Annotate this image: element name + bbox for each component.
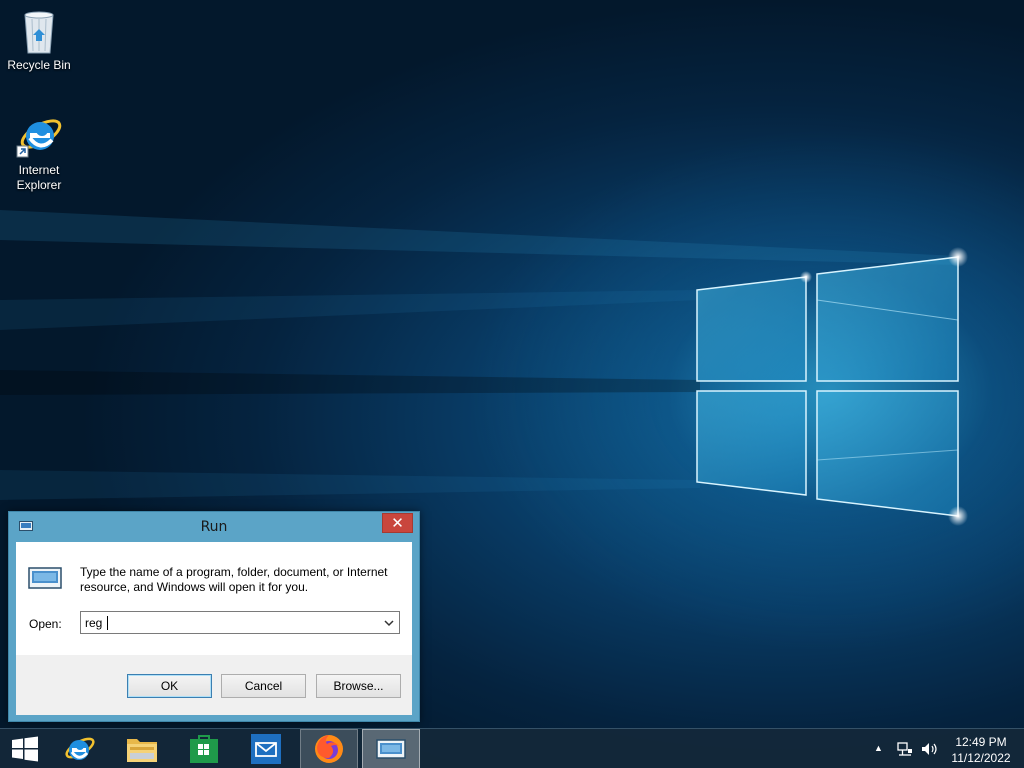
volume-icon[interactable] xyxy=(921,741,939,757)
taskbar-store[interactable] xyxy=(175,729,233,768)
run-dialog: Run ✕ Type the name of a program, folder… xyxy=(8,511,420,722)
internet-explorer-icon xyxy=(16,119,62,158)
start-button[interactable] xyxy=(0,729,50,768)
run-description: Type the name of a program, folder, docu… xyxy=(80,565,388,594)
browse-button[interactable]: Browse... xyxy=(316,674,401,698)
ok-button[interactable]: OK xyxy=(127,674,212,698)
mail-icon xyxy=(251,734,281,764)
recycle-bin-desktop-icon[interactable]: Recycle Bin xyxy=(1,7,77,73)
close-button[interactable]: ✕ xyxy=(382,513,413,533)
taskbar-firefox[interactable] xyxy=(300,729,358,768)
taskbar-file-explorer[interactable] xyxy=(113,729,171,768)
network-icon[interactable] xyxy=(897,741,913,757)
windows-start-icon xyxy=(12,736,38,762)
close-icon: ✕ xyxy=(391,514,404,532)
text-cursor xyxy=(107,616,108,630)
open-combobox[interactable] xyxy=(80,611,400,634)
taskbar-run[interactable] xyxy=(362,729,420,768)
store-icon xyxy=(190,735,218,763)
taskbar-mail[interactable] xyxy=(237,729,295,768)
open-input[interactable] xyxy=(85,615,375,631)
recycle-bin-label: Recycle Bin xyxy=(7,58,71,72)
recycle-bin-icon xyxy=(24,11,54,54)
taskbar-clock[interactable]: 12:49 PM 11/12/2022 xyxy=(944,734,1018,766)
taskbar: ▲ 12:49 PM 11/12/2022 xyxy=(0,728,1024,768)
taskbar-internet-explorer[interactable] xyxy=(51,729,109,768)
run-dialog-body: Type the name of a program, folder, docu… xyxy=(16,542,412,715)
folder-icon xyxy=(127,739,157,762)
open-label: Open: xyxy=(29,617,62,631)
run-program-icon xyxy=(28,567,62,589)
firefox-icon xyxy=(315,735,343,763)
chevron-down-icon[interactable] xyxy=(382,615,396,631)
run-titlebar[interactable]: Run ✕ xyxy=(9,512,419,542)
internet-explorer-icon xyxy=(65,737,95,760)
cancel-button[interactable]: Cancel xyxy=(221,674,306,698)
run-icon xyxy=(376,739,406,759)
clock-date: 11/12/2022 xyxy=(951,751,1011,765)
dialog-title: Run xyxy=(200,519,228,535)
internet-explorer-desktop-icon[interactable]: Internet Explorer xyxy=(1,110,77,193)
clock-time: 12:49 PM xyxy=(955,735,1007,749)
run-content-area: Type the name of a program, folder, docu… xyxy=(16,542,412,655)
internet-explorer-label: Internet Explorer xyxy=(16,163,62,192)
show-hidden-icons-button[interactable]: ▲ xyxy=(874,743,883,753)
